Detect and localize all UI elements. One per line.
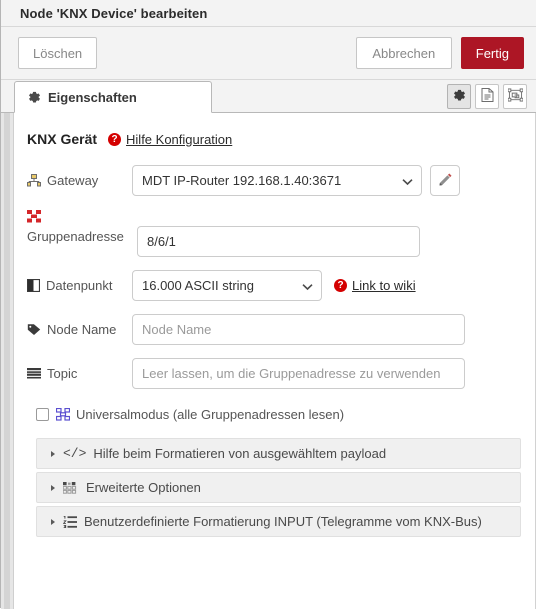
group-address-input[interactable] [137,226,420,257]
adjust-icon [27,279,40,292]
collapsible-panels: </> Hilfe beim Formatieren von ausgewähl… [36,438,521,537]
form-heading-row: KNX Gerät ? Hilfe Konfiguration [27,131,521,147]
properties-form: KNX Gerät ? Hilfe Konfiguration Gateway … [1,113,535,537]
edit-node-dialog: Node 'KNX Device' bearbeiten Löschen Abb… [0,0,536,609]
group-address-label-text: Gruppenadresse [27,229,124,244]
datapoint-label-text: Datenpunkt [46,278,113,293]
tab-label: Eigenschaften [48,89,137,105]
universal-mode-label: Universalmodus (alle Gruppenadressen les… [76,407,345,422]
tab-bar: Eigenschaften [1,80,536,113]
properties-tool-button[interactable] [447,84,471,109]
help-configuration-link[interactable]: ? Hilfe Konfiguration [108,132,232,147]
dialog-content: KNX Gerät ? Hilfe Konfiguration Gateway … [1,113,536,609]
topic-label: Topic [27,366,132,381]
datapoint-label: Datenpunkt [27,278,132,293]
panel-payload-help-label: Hilfe beim Formatieren von ausgewähltem … [93,446,387,461]
panel-payload-help[interactable]: </> Hilfe beim Formatieren von ausgewähl… [36,438,521,469]
th-list-icon [63,481,79,494]
panel-advanced-options[interactable]: Erweiterte Optionen [36,472,521,503]
panel-custom-format-input-label: Benutzerdefinierte Formatierung INPUT (T… [84,514,482,529]
node-name-label-text: Node Name [47,322,117,337]
content-scrollbar[interactable] [1,113,14,609]
sitemap-icon [27,174,41,187]
node-name-label: Node Name [27,322,132,337]
question-circle-icon: ? [108,132,122,146]
gateway-select-wrapper: MDT IP-Router 192.168.1.40:3671 [132,165,422,196]
delete-button[interactable]: Löschen [18,37,98,69]
panel-advanced-options-label: Erweiterte Optionen [86,480,201,495]
dialog-titlebar: Node 'KNX Device' bearbeiten [1,0,536,27]
universal-mode-checkbox[interactable] [36,408,49,421]
gateway-label-text: Gateway [47,173,99,188]
chevron-right-icon [51,484,55,491]
universal-mode-row[interactable]: Universalmodus (alle Gruppenadressen les… [36,407,521,422]
question-circle-icon: ? [334,279,347,292]
appearance-tool-button[interactable] [503,84,527,109]
cancel-button[interactable]: Abbrechen [355,37,452,69]
group-address-label: Gruppenadresse [27,209,132,245]
wiki-link[interactable]: ? Link to wiki [334,278,416,293]
gateway-label: Gateway [27,173,132,188]
chevron-right-icon [51,450,55,457]
tab-eigenschaften[interactable]: Eigenschaften [14,81,212,113]
wiki-link-label: Link to wiki [352,278,416,293]
pencil-icon [438,172,452,189]
object-group-icon [507,88,523,105]
dialog-button-row: Löschen Abbrechen Fertig [1,27,536,80]
datapoint-select[interactable]: 16.000 ASCII string [132,270,322,301]
file-icon [481,88,494,105]
gateway-select[interactable]: MDT IP-Router 192.168.1.40:3671 [132,165,422,196]
th-grid-icon [56,408,70,421]
code-icon: </> [63,446,87,461]
topic-label-text: Topic [47,366,78,381]
description-tool-button[interactable] [475,84,499,109]
topic-input[interactable] [132,358,465,389]
tab-tool-buttons [447,84,527,109]
page-title: KNX Gerät [27,131,98,147]
dialog-title: Node 'KNX Device' bearbeiten [20,5,208,21]
datapoint-select-wrapper: 16.000 ASCII string [132,270,322,301]
th-grid-icon [27,210,132,227]
panel-custom-format-input[interactable]: Benutzerdefinierte Formatierung INPUT (T… [36,506,521,537]
help-configuration-label: Hilfe Konfiguration [126,131,233,147]
node-name-row: Node Name [27,314,521,345]
list-ol-icon [63,515,77,528]
group-address-row: Gruppenadresse [27,209,521,257]
gateway-row: Gateway MDT IP-Router 192.168.1.40:3671 [27,165,521,196]
datapoint-row: Datenpunkt 16.000 ASCII string ? Link to… [27,270,521,301]
tag-icon [27,323,41,336]
done-button[interactable]: Fertig [460,37,524,69]
list-icon [27,367,41,380]
chevron-right-icon [51,518,55,525]
gear-icon [453,89,466,105]
gear-icon [28,91,41,104]
gateway-edit-button[interactable] [430,165,460,196]
topic-row: Topic [27,358,521,389]
node-name-input[interactable] [132,314,465,345]
